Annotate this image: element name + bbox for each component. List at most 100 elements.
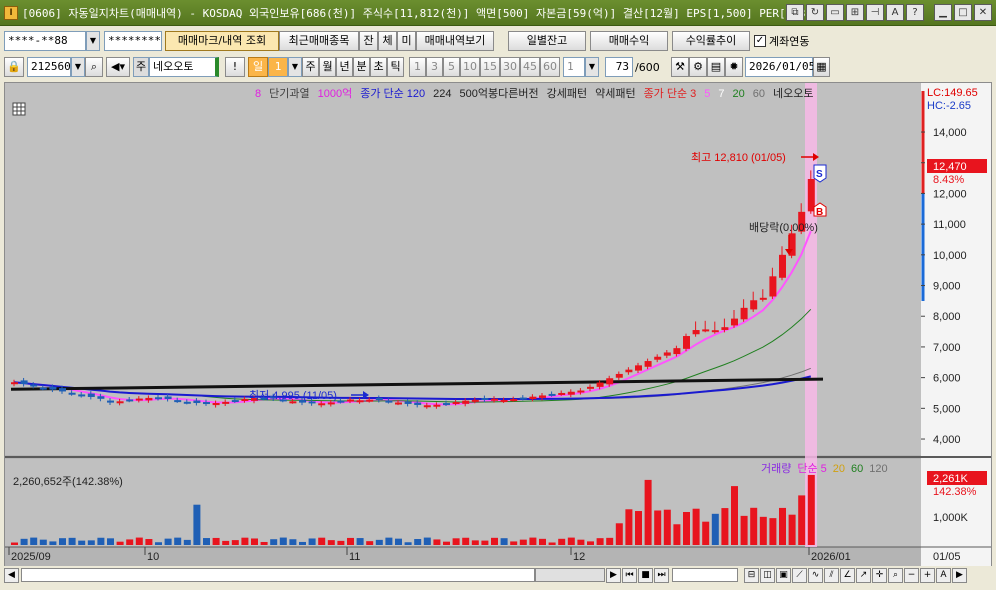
chart-tool-icon[interactable]: ⚒ (671, 57, 689, 77)
yield-trend-button[interactable]: 수익률추이 (672, 31, 750, 51)
volume-legend-item[interactable]: 20 (833, 463, 845, 475)
period-dropdown-icon[interactable]: ▼ (288, 57, 302, 77)
period-year-tab[interactable]: 년 (336, 57, 353, 77)
sell-marker[interactable]: S (813, 164, 827, 183)
legend-item[interactable]: 네오오토 (773, 87, 813, 100)
speaker-icon[interactable]: ◀▾ (106, 57, 130, 77)
legend-item[interactable]: 강세패턴 (547, 87, 587, 100)
help-icon[interactable]: ? (906, 4, 924, 21)
interval-15-button[interactable]: 15 (480, 57, 500, 77)
scroll-left-icon[interactable]: ◀ (4, 567, 19, 583)
balance-button[interactable]: 잔 (359, 31, 378, 51)
period-day-tab[interactable]: 일 (248, 57, 268, 77)
fit-icon[interactable]: ⊞ (846, 4, 864, 21)
interval-30-button[interactable]: 30 (500, 57, 520, 77)
indicator-icon[interactable]: ⚙ (689, 57, 707, 77)
chart-area[interactable]: 8 단기과열 1000억 종가 단순 120 224 500억봉다른버전 강세패턴 약세패턴 종… (4, 82, 992, 568)
trade-profit-button[interactable]: 매매수익 (590, 31, 668, 51)
period-second-tab[interactable]: 초 (370, 57, 387, 77)
trend-icon[interactable]: ∿ (808, 567, 823, 583)
bar-count-input[interactable]: 73 (605, 57, 633, 77)
split-icon[interactable]: ▣ (776, 567, 791, 583)
legend-item[interactable]: 단기과열 (269, 87, 309, 100)
legend-item[interactable]: 종가 단순 120 (360, 87, 425, 100)
interval-1-button[interactable]: 1 (409, 57, 426, 77)
interval-45-button[interactable]: 45 (520, 57, 540, 77)
interval-input[interactable]: 1 (563, 57, 585, 77)
executed-button[interactable]: 체 (378, 31, 397, 51)
last-icon[interactable]: ⏭ (654, 567, 669, 583)
period-num-input[interactable]: 1 (268, 57, 288, 77)
legend-item[interactable]: 500억봉다른버전 (460, 87, 539, 100)
interval-5-button[interactable]: 5 (443, 57, 460, 77)
close-button[interactable]: ✕ (974, 4, 992, 21)
arrow-icon[interactable]: ↗ (856, 567, 871, 583)
interval-10-button[interactable]: 10 (460, 57, 480, 77)
legend-item[interactable]: 8 (255, 88, 261, 100)
view-history-button[interactable]: 매매내역보기 (416, 31, 494, 51)
recent-stock-button[interactable]: 최근매매종목 (279, 31, 359, 51)
text-tool-icon[interactable]: A (936, 567, 951, 583)
window-icon[interactable]: ◫ (760, 567, 775, 583)
legend-item[interactable]: 20 (733, 88, 745, 100)
interval-dropdown-icon[interactable]: ▼ (585, 57, 599, 77)
screen-icon[interactable]: ▭ (826, 4, 844, 21)
chart-scrollbar[interactable] (21, 568, 535, 582)
alert-icon[interactable]: ! (225, 57, 245, 77)
account-input[interactable]: ****-**88 (4, 31, 86, 51)
stock-name-field[interactable]: 네오오토 (149, 57, 219, 77)
minimize-button[interactable]: ▁ (934, 4, 952, 21)
period-month-tab[interactable]: 월 (319, 57, 336, 77)
account-dropdown-icon[interactable]: ▼ (86, 31, 100, 51)
period-week-tab[interactable]: 주 (302, 57, 319, 77)
magnifier-icon[interactable]: ⌕ (888, 567, 903, 583)
volume-legend-item[interactable]: 거래량 (761, 462, 791, 475)
code-dropdown-icon[interactable]: ▼ (71, 57, 85, 77)
scroll-right-icon[interactable]: ▶ (606, 567, 621, 583)
save-icon[interactable]: ▤ (707, 57, 725, 77)
link-icon[interactable]: ⧉ (786, 4, 804, 21)
legend-item[interactable]: 종가 단순 3 (644, 87, 697, 100)
account-link-checkbox[interactable]: ✓ (754, 35, 766, 47)
interval-60-button[interactable]: 60 (540, 57, 560, 77)
volume-legend-item[interactable]: 단순 5 (797, 462, 826, 475)
fibo-icon[interactable]: ⫽ (824, 567, 839, 583)
date-input[interactable]: 2026/01/05 (745, 57, 815, 77)
scroll-thumb[interactable] (535, 568, 605, 582)
scroll-right-end-icon[interactable]: ▶ (952, 567, 967, 583)
lock-icon[interactable]: 🔒 (4, 57, 24, 77)
legend-item[interactable]: 약세패턴 (595, 86, 635, 100)
layout-icon[interactable]: ⊟ (744, 567, 759, 583)
font-icon[interactable]: A (886, 4, 904, 21)
period-minute-tab[interactable]: 분 (353, 57, 370, 77)
legend-item[interactable]: 60 (753, 88, 765, 100)
unexecuted-button[interactable]: 미 (397, 31, 416, 51)
legend-item[interactable]: 224 (433, 88, 451, 100)
trade-mark-button[interactable]: 매매마크/내역 조회 (165, 31, 279, 51)
period-tick-tab[interactable]: 틱 (387, 57, 404, 77)
cross-icon[interactable]: ✛ (872, 567, 887, 583)
buy-marker[interactable]: B (813, 202, 827, 218)
zoom-out-icon[interactable]: − (904, 567, 919, 583)
grid-toggle-icon[interactable] (12, 102, 26, 116)
legend-item[interactable]: 5 (704, 88, 710, 100)
chart-svg[interactable]: 8 단기과열 1000억 종가 단순 120 224 500억봉다른버전 강세패턴 약세패턴 종… (5, 83, 991, 567)
speed-slider[interactable] (672, 568, 738, 582)
volume-legend-item[interactable]: 60 (851, 463, 863, 475)
stock-code-input[interactable]: 212560 (27, 57, 71, 77)
calendar-icon[interactable]: ▦ (813, 57, 830, 77)
password-input[interactable]: ******** (104, 31, 162, 51)
search-icon[interactable]: ⌕ (85, 57, 103, 77)
refresh-icon[interactable]: ↻ (806, 4, 824, 21)
legend-item[interactable]: 7 (718, 88, 724, 100)
settings-icon[interactable]: ✹ (725, 57, 743, 77)
stop-icon[interactable]: ■ (638, 567, 653, 583)
legend-item[interactable]: 1000억 (318, 87, 353, 100)
volume-legend-item[interactable]: 120 (869, 463, 887, 475)
pin-icon[interactable]: ⊣ (866, 4, 884, 21)
first-icon[interactable]: ⏮ (622, 567, 637, 583)
draw-line-icon[interactable]: ⟋ (792, 567, 807, 583)
angle-icon[interactable]: ∠ (840, 567, 855, 583)
maximize-button[interactable]: □ (954, 4, 972, 21)
zoom-in-icon[interactable]: + (920, 567, 935, 583)
